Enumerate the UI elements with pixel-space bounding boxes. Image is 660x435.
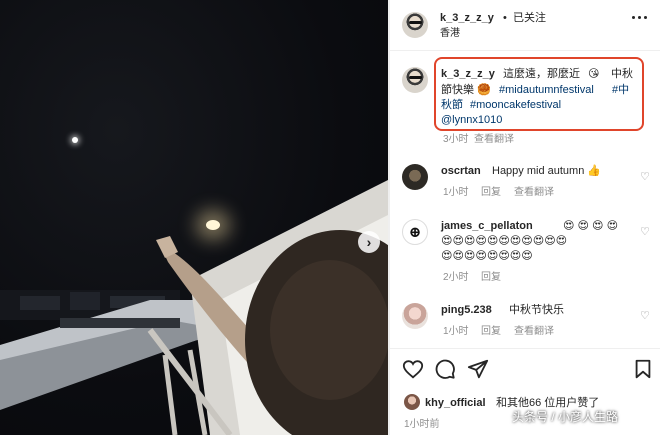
comment-time-oscrtan: 1小时 (443, 187, 469, 198)
separator-dot: • (503, 12, 507, 24)
pane-divider (388, 0, 390, 435)
monogram-icon: ⊕ (408, 223, 422, 241)
liker-username[interactable]: khy_official (425, 396, 486, 410)
caption-emoji-2: 🥮 (477, 84, 491, 96)
comment-username-james[interactable]: james_c_pellaton (441, 219, 533, 233)
comment-translate-ping[interactable]: 查看翻译 (514, 325, 554, 339)
comment-time-ping: 1小时 (443, 326, 469, 337)
liker-avatar[interactable] (404, 394, 420, 410)
comment-text-ping: 中秋节快乐 (509, 304, 564, 316)
caption-text-1b: 中秋 (611, 68, 633, 80)
comment-text-oscrtan: Happy mid autumn 👍 (492, 165, 602, 177)
hashtag-qiujie[interactable]: 秋節 (441, 98, 463, 112)
caption-username[interactable]: k_3_z_z_y (441, 67, 495, 81)
like-comment-icon[interactable]: ♡ (640, 170, 650, 183)
carousel-next-button[interactable]: › (358, 231, 380, 253)
comment-username-ping[interactable]: ping5.238 (441, 303, 492, 317)
caption-author-avatar[interactable] (402, 67, 428, 93)
comment-reply-oscrtan[interactable]: 回复 (481, 186, 501, 200)
post-photo[interactable]: › (0, 0, 388, 435)
share-icon[interactable] (467, 358, 489, 380)
comment-icon[interactable] (434, 358, 456, 380)
comment-emojis-line1: 😍 😍 😍 😍 (563, 220, 619, 232)
comment-avatar-oscrtan[interactable] (402, 164, 428, 190)
watermark: 头条号 / 小彦人生路 (512, 410, 619, 424)
chevron-right-icon: › (366, 234, 372, 250)
comment-reply-james[interactable]: 回复 (481, 271, 501, 285)
author-username[interactable]: k_3_z_z_y (440, 11, 494, 25)
more-dots-icon[interactable] (632, 10, 652, 24)
comment-avatar-ping[interactable] (402, 303, 428, 329)
hashtag-midautumnfestival[interactable]: #midautumnfestival (499, 83, 594, 97)
author-avatar[interactable] (402, 12, 428, 38)
night-harbour-scene (0, 180, 388, 435)
comment-username-oscrtan[interactable]: oscrtan (441, 164, 481, 178)
hashtag-mooncakefestival[interactable]: #mooncakefestival (470, 98, 561, 112)
header-divider (390, 50, 660, 51)
like-comment-icon[interactable]: ♡ (640, 225, 650, 238)
comment-emojis-line2: 😍😍😍😍😍😍😍😍😍😍😍 (441, 235, 568, 247)
post-location[interactable]: 香港 (440, 27, 460, 41)
follow-status[interactable]: 已关注 (513, 11, 546, 25)
like-comment-icon[interactable]: ♡ (640, 309, 650, 322)
bookmark-icon[interactable] (632, 358, 654, 380)
comment-emojis-line3: 😍😍😍😍😍😍😍😍 (441, 250, 533, 262)
caption-emoji-1: 😘 (588, 68, 600, 80)
comment-reply-ping[interactable]: 回复 (481, 325, 501, 339)
post-timestamp: 1小时前 (404, 419, 440, 430)
mention-lynnx1010[interactable]: @lynnx1010 (441, 113, 502, 127)
hashtag-zhong[interactable]: #中 (612, 83, 629, 97)
actions-divider (390, 348, 660, 349)
comment-time-james: 2小时 (443, 272, 469, 283)
caption-time: 3小时 (443, 134, 469, 145)
comment-avatar-james[interactable]: ⊕ (402, 219, 428, 245)
caption-translate-link[interactable]: 查看翻译 (474, 133, 514, 147)
caption-text-1: 這麼遠，那麼近 (503, 68, 580, 80)
caption-text-2: 節快樂 (441, 84, 474, 96)
comment-translate-oscrtan[interactable]: 查看翻译 (514, 186, 554, 200)
heart-icon[interactable] (402, 358, 424, 380)
